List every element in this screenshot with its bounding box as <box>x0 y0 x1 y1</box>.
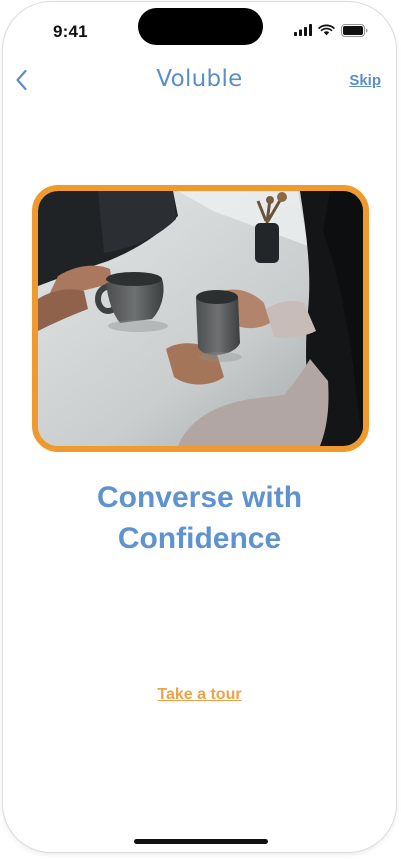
phone-screen: 9:41 Voluble Skip Converse with Confiden… <box>3 2 396 852</box>
status-time: 9:41 <box>53 22 88 41</box>
take-tour-link[interactable]: Take a tour <box>3 686 396 704</box>
status-bar: 9:41 <box>3 2 396 58</box>
headline-line-2: Confidence <box>117 522 282 555</box>
cellular-signal-icon <box>294 24 312 36</box>
wifi-icon <box>318 24 335 36</box>
home-indicator[interactable] <box>134 839 268 844</box>
status-icons <box>294 23 368 37</box>
dynamic-island <box>138 8 263 45</box>
page-title: Converse with Confidence <box>3 477 396 559</box>
coffee-meeting-photo <box>38 191 363 446</box>
nav-bar: Voluble Skip <box>3 60 396 104</box>
skip-button[interactable]: Skip <box>349 72 381 89</box>
headline-line-1: Converse with <box>96 481 303 514</box>
brand-logo: Voluble <box>156 66 243 92</box>
hero-image <box>32 185 369 452</box>
battery-icon <box>341 23 368 37</box>
